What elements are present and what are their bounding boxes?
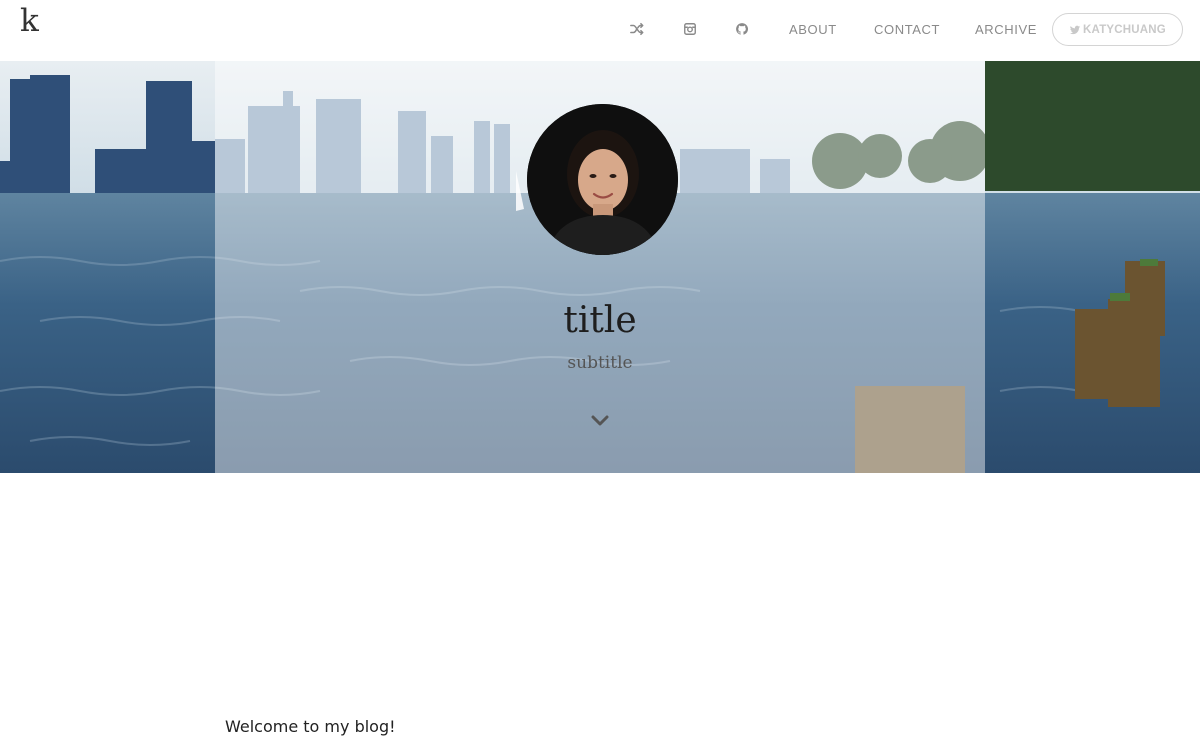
twitter-follow-button[interactable]: KATYCHUANG bbox=[1052, 13, 1183, 46]
github-icon[interactable] bbox=[734, 21, 750, 37]
twitter-icon bbox=[1069, 25, 1081, 34]
page-subtitle: subtitle bbox=[567, 353, 633, 373]
shuffle-icon[interactable] bbox=[629, 21, 645, 37]
welcome-text: Welcome to my blog! bbox=[225, 717, 396, 736]
site-logo[interactable]: k bbox=[20, 6, 39, 37]
author-avatar bbox=[527, 104, 678, 255]
hero-banner: title subtitle bbox=[0, 61, 1200, 473]
instagram-icon[interactable] bbox=[682, 21, 698, 37]
chevron-down-icon[interactable] bbox=[591, 414, 609, 428]
twitter-handle: KATYCHUANG bbox=[1083, 23, 1166, 36]
nav-link-contact[interactable]: CONTACT bbox=[874, 22, 940, 38]
page-title: title bbox=[563, 300, 637, 341]
nav-link-archive[interactable]: ARCHIVE bbox=[975, 22, 1037, 38]
top-navbar: k ABOUT CONTACT ARCHIVE KATYCHUANG bbox=[0, 0, 1200, 61]
nav-link-about[interactable]: ABOUT bbox=[789, 22, 837, 38]
